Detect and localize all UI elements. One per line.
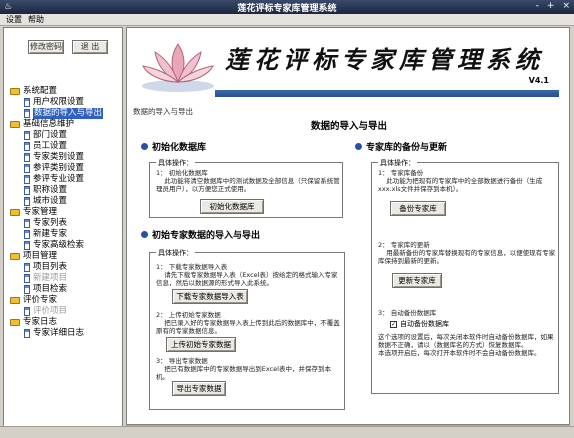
tree-item-data-import-export[interactable]: 数据的导入与导出 xyxy=(10,108,122,119)
update-description: 2： 专家库的更新 用最新备份的专家库替换现有的专家信息，以便使现有专家库保持到… xyxy=(378,241,556,265)
minimize-button[interactable]: - xyxy=(536,1,539,11)
upload-data-button[interactable]: 上传初始专家数据 xyxy=(166,337,236,352)
exit-button[interactable]: 退 出 xyxy=(72,40,108,54)
tree-folder-expert-log[interactable]: 专家日志 xyxy=(10,317,122,328)
backup-description: 1： 专家库备份 此功能为把现有的专家库中的全部数据进行备份（生成xxx.xls… xyxy=(378,169,543,193)
tree-item-city[interactable]: 城市设置 xyxy=(10,196,122,207)
backup-box: 具体操作： 1： 专家库备份 此功能为把现有的专家库中的全部数据进行备份（生成x… xyxy=(371,158,559,394)
tree-item-expert-search[interactable]: 专家高级检索 xyxy=(10,240,122,251)
document-icon xyxy=(24,329,30,338)
init-db-description: 1： 初始化数据库 此功能将清空数据库中的测试数据及全部信息（只保留系统管理员用… xyxy=(156,169,340,193)
init-import-box: 具体操作： 1： 下载专家数据导入表 请先下载专家数据导入表（Excel表）按给… xyxy=(149,248,345,410)
document-icon xyxy=(24,131,30,140)
lotus-logo-icon xyxy=(142,43,214,92)
tree-item-expert-category[interactable]: 专家类别设置 xyxy=(10,152,122,163)
menu-help[interactable]: 帮助 xyxy=(28,14,44,25)
page-title: 数据的导入与导出 xyxy=(310,121,387,132)
folder-icon xyxy=(10,253,20,260)
navigation-pane: 修改密码 退 出 系统配置 用户权限设置 数据的导入与导出 基础信息维护 部门设… xyxy=(3,27,123,431)
tree-item-title[interactable]: 职称设置 xyxy=(10,185,122,196)
tree-item-expert-list[interactable]: 专家列表 xyxy=(10,218,122,229)
tree-item-review-category[interactable]: 参评类别设置 xyxy=(10,163,122,174)
tree-item-new-project: 新建项目 xyxy=(10,273,122,284)
tree-item-review-specialty[interactable]: 参评专业设置 xyxy=(10,174,122,185)
tree-item-expert-detail-log[interactable]: 专家详细日志 xyxy=(10,328,122,339)
menu-bar: 设置 帮助 xyxy=(0,14,574,26)
auto-backup-note: 这个选项的设置后，每次关闭本软件时自动备份数据库，如果数据不正确，请以（数据库名… xyxy=(378,333,554,357)
window-title: 莲花评标专家库管理系统 xyxy=(237,4,337,14)
document-icon xyxy=(24,142,30,151)
bullet-icon xyxy=(355,143,362,150)
tree-folder-basic-info[interactable]: 基础信息维护 xyxy=(10,119,122,130)
download-template-description: 1： 下载专家数据导入表 请先下载专家数据导入表（Excel表）按给定的格式输入… xyxy=(156,263,338,287)
download-template-button[interactable]: 下载专家数据导入表 xyxy=(172,289,248,304)
document-icon xyxy=(24,153,30,162)
init-db-button[interactable]: 初始化数据库 xyxy=(200,199,264,214)
tree-item-department[interactable]: 部门设置 xyxy=(10,130,122,141)
tree-item-project-list[interactable]: 项目列表 xyxy=(10,262,122,273)
folder-icon xyxy=(10,319,20,326)
banner: 莲花评标专家库管理系统 V4.1 xyxy=(133,34,559,106)
change-password-button[interactable]: 修改密码 xyxy=(28,40,64,54)
status-bar xyxy=(0,426,574,438)
auto-backup-checkbox[interactable]: ✓ 自动备份数据库 xyxy=(390,319,449,329)
update-button[interactable]: 更新专家库 xyxy=(392,273,442,288)
banner-title: 莲花评标专家库管理系统 xyxy=(225,45,544,74)
init-db-box: 具体操作： 1： 初始化数据库 此功能将清空数据库中的测试数据及全部信息（只保留… xyxy=(149,158,343,218)
tree-folder-evaluate-experts[interactable]: 评价专家 xyxy=(10,295,122,306)
document-icon xyxy=(24,164,30,173)
tree-item-evaluate-project: 评价项目 xyxy=(10,306,122,317)
document-icon xyxy=(24,175,30,184)
tree-item-user-permissions[interactable]: 用户权限设置 xyxy=(10,97,122,108)
menu-settings[interactable]: 设置 xyxy=(6,14,22,25)
document-icon xyxy=(24,263,30,272)
tree-item-new-expert[interactable]: 新建专家 xyxy=(10,229,122,240)
document-icon xyxy=(24,274,30,283)
maximize-button[interactable]: + xyxy=(547,1,555,11)
document-icon xyxy=(24,241,30,250)
folder-icon xyxy=(10,297,20,304)
document-icon xyxy=(24,197,30,206)
backup-button[interactable]: 备份专家库 xyxy=(390,201,446,216)
export-data-button[interactable]: 导出专家数据 xyxy=(172,381,226,396)
document-icon xyxy=(24,109,30,118)
document-icon xyxy=(24,285,30,294)
folder-icon xyxy=(10,121,20,128)
close-button[interactable]: × xyxy=(562,1,570,11)
folder-icon xyxy=(10,88,20,95)
document-icon xyxy=(24,307,30,316)
document-icon xyxy=(24,219,30,228)
checkbox-checked-icon: ✓ xyxy=(390,320,397,328)
bullet-icon xyxy=(141,231,148,238)
upload-data-description: 2： 上传初始专家数据 把已录入好的专家数据导入表上传到此后的数据库中，不覆盖原… xyxy=(156,311,340,335)
document-icon xyxy=(24,98,30,107)
section-init-import-title: 初始专家数据的导入与导出 xyxy=(141,228,260,241)
tree-item-project-search[interactable]: 项目检索 xyxy=(10,284,122,295)
section-init-db-title: 初始化数据库 xyxy=(141,140,206,153)
title-bar: ♨ 莲花评标专家库管理系统 - + × xyxy=(0,0,574,14)
tree-item-employee[interactable]: 员工设置 xyxy=(10,141,122,152)
banner-divider xyxy=(215,90,559,97)
bullet-icon xyxy=(141,143,148,150)
tree-folder-project-mgmt[interactable]: 项目管理 xyxy=(10,251,122,262)
breadcrumb: 数据的导入与导出 xyxy=(133,107,193,116)
section-backup-title: 专家库的备份与更新 xyxy=(355,140,447,153)
nav-tree: 系统配置 用户权限设置 数据的导入与导出 基础信息维护 部门设置 员工设置 专家… xyxy=(10,86,122,339)
document-icon xyxy=(24,186,30,195)
tree-folder-expert-mgmt[interactable]: 专家管理 xyxy=(10,207,122,218)
folder-icon xyxy=(10,209,20,216)
version-label: V4.1 xyxy=(528,76,549,85)
tree-folder-system-config[interactable]: 系统配置 xyxy=(10,86,122,97)
auto-backup-heading: 3： 自动备份数据库 xyxy=(378,309,437,317)
export-data-description: 3： 导出专家数据 把已有数据库中的专家数据导出到Excel表中，并保存到本机。 xyxy=(156,357,331,381)
content-pane: 莲花评标专家库管理系统 V4.1 数据的导入与导出 数据的导入与导出 初始化数据… xyxy=(126,27,570,425)
document-icon xyxy=(24,230,30,239)
